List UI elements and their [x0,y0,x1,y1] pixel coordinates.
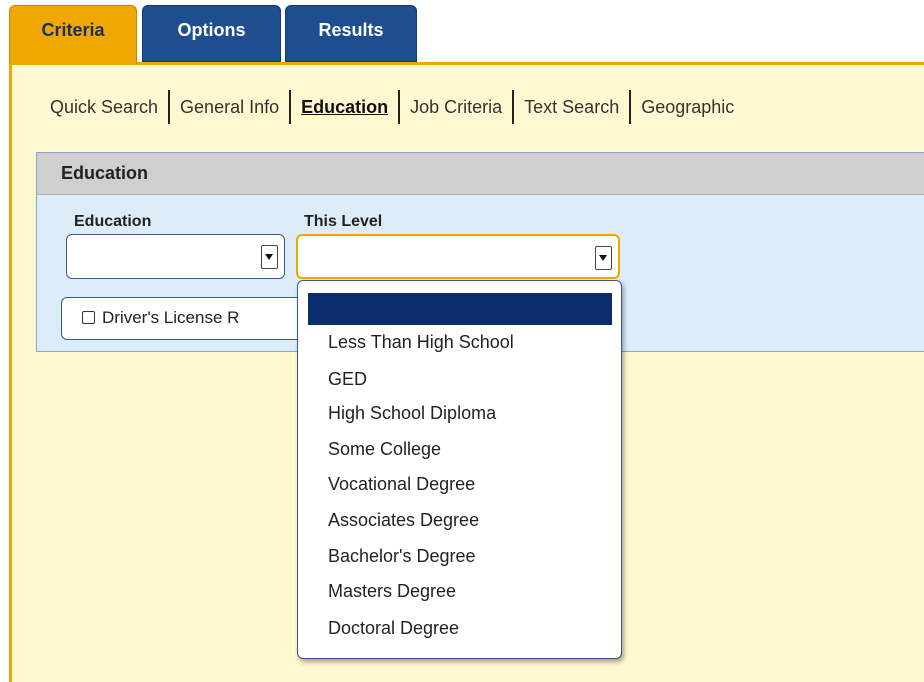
dropdown-option[interactable]: Associates Degree [328,510,479,531]
subnav-job-criteria[interactable]: Job Criteria [400,97,512,118]
dropdown-option-blank-selected[interactable] [308,293,612,325]
subnav-education[interactable]: Education [291,97,398,118]
dropdown-option[interactable]: Doctoral Degree [328,618,459,639]
this-level-label: This Level [304,213,383,230]
dropdown-option[interactable]: Less Than High School [328,332,514,353]
dropdown-option[interactable]: High School Diploma [328,403,496,424]
education-section-title: Education [37,153,924,195]
checkbox-icon[interactable] [82,311,95,324]
dropdown-option[interactable]: Bachelor's Degree [328,546,476,567]
dropdown-option[interactable]: Vocational Degree [328,474,475,495]
dropdown-option[interactable]: Masters Degree [328,581,456,602]
subnav-text-search[interactable]: Text Search [514,97,629,118]
education-label: Education [74,213,152,230]
tab-bar: Criteria Options Results [0,0,924,64]
tab-results[interactable]: Results [285,5,417,62]
subnav-geographic[interactable]: Geographic [631,97,744,118]
tab-options[interactable]: Options [142,5,281,62]
dropdown-option[interactable]: GED [328,369,367,390]
this-level-select[interactable] [296,234,620,279]
subnav-general-info[interactable]: General Info [170,97,289,118]
chevron-down-icon[interactable] [595,246,612,270]
sub-navigation: Quick Search General Info Education Job … [37,90,744,124]
drivers-license-label: Driver's License R [102,308,240,327]
dropdown-option[interactable]: Some College [328,439,441,460]
chevron-down-icon[interactable] [261,245,278,269]
subnav-quick-search[interactable]: Quick Search [37,97,168,118]
this-level-dropdown-list: Less Than High School GED High School Di… [297,280,622,659]
education-select[interactable] [66,234,285,279]
tab-criteria[interactable]: Criteria [9,5,137,64]
